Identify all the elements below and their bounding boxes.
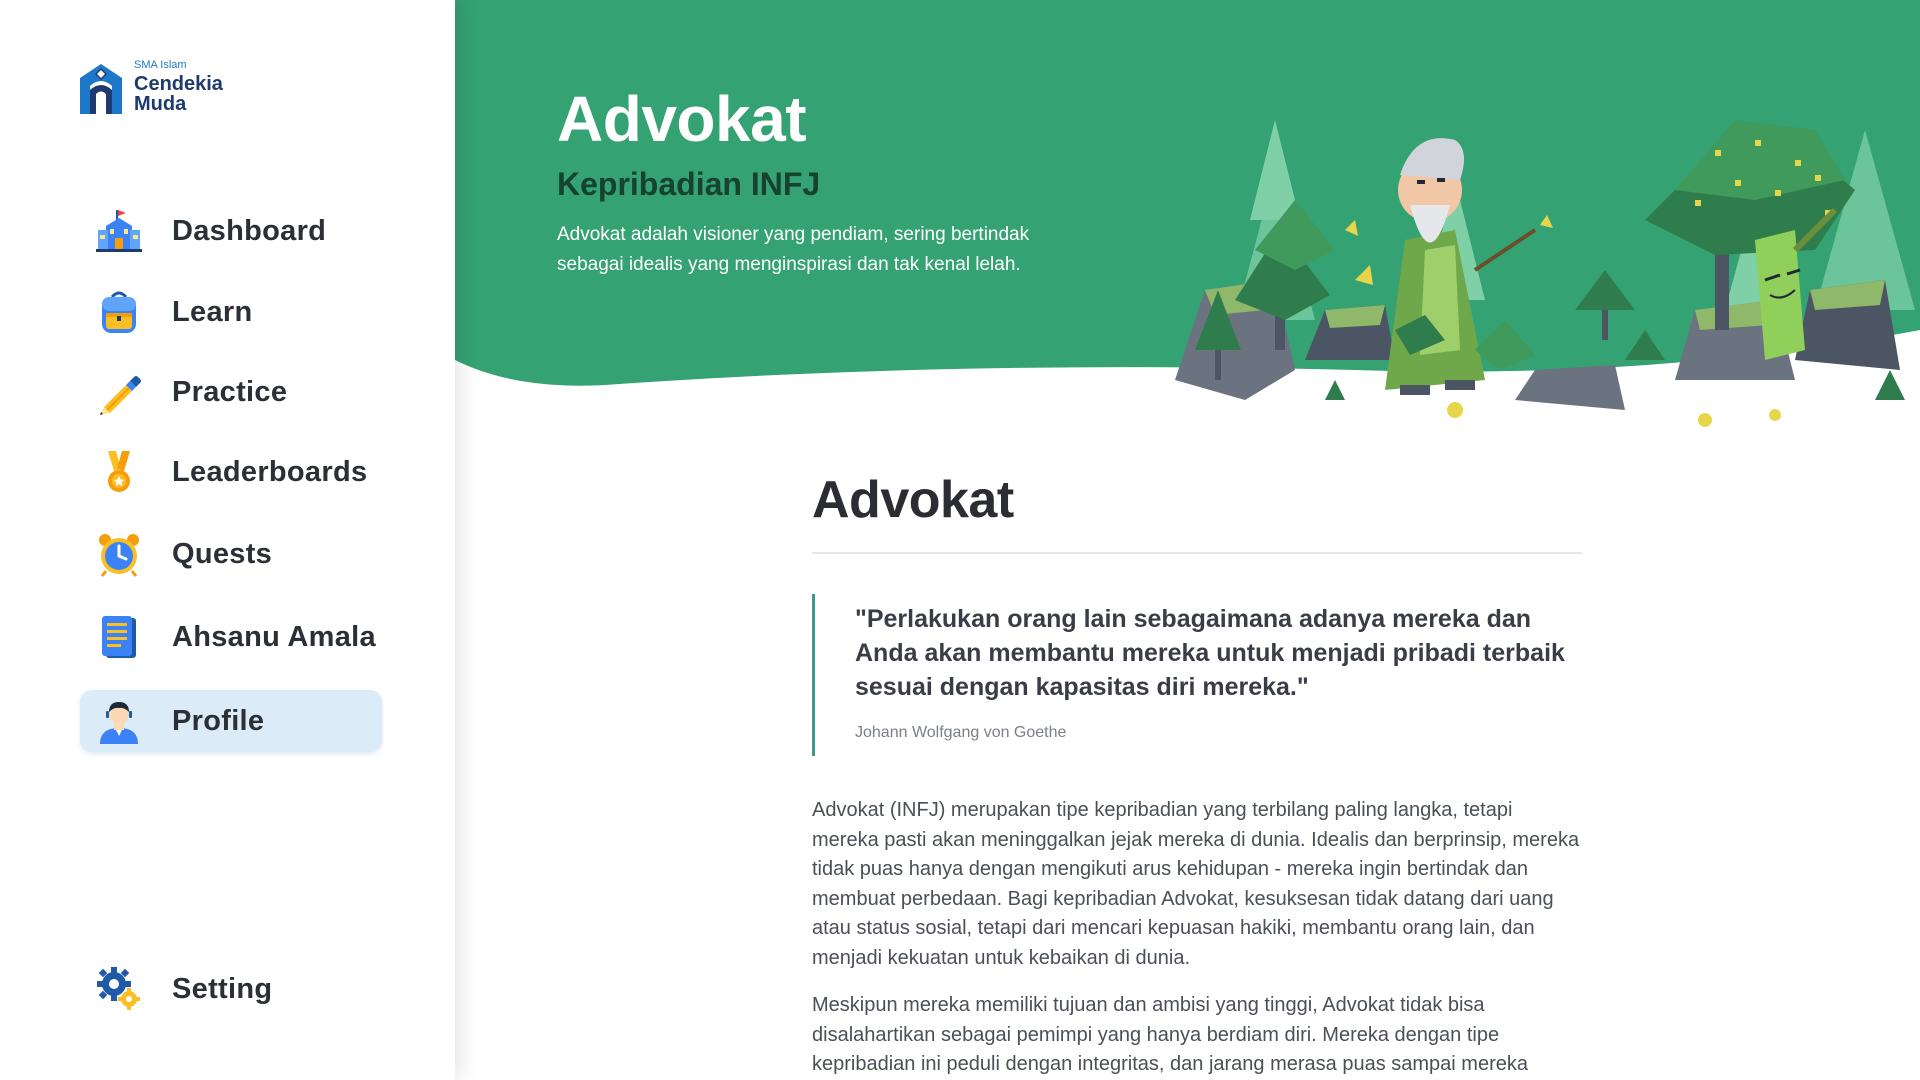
sidebar-item-label: Dashboard xyxy=(172,214,327,247)
pencil-icon xyxy=(96,369,142,415)
medal-icon xyxy=(96,449,142,495)
main-content: Advokat Kepribadian INFJ Advokat adalah … xyxy=(455,0,1920,1080)
quote-block: "Perlakukan orang lain sebagaimana adany… xyxy=(812,594,1582,756)
sidebar-item-leaderboards[interactable]: Leaderboards xyxy=(80,441,382,503)
logo-name-line2: Muda xyxy=(134,93,187,115)
alarm-clock-icon xyxy=(96,531,142,577)
title-divider xyxy=(812,552,1582,554)
backpack-icon xyxy=(96,289,142,335)
gear-icon xyxy=(96,966,142,1012)
sidebar-item-label: Profile xyxy=(172,704,265,737)
logo-name-line1: Cendekia xyxy=(134,73,223,95)
school-building-icon xyxy=(96,208,142,254)
sidebar-item-ahsanu-amala[interactable]: Ahsanu Amala xyxy=(80,606,382,668)
sidebar-item-quests[interactable]: Quests xyxy=(80,523,382,585)
logo-subtitle: SMA Islam xyxy=(134,59,187,71)
school-logo[interactable]: SMA Islam Cendekia Muda xyxy=(76,56,223,118)
article-title: Advokat xyxy=(812,471,1014,529)
user-avatar-icon xyxy=(96,698,142,744)
sidebar-item-dashboard[interactable]: Dashboard xyxy=(80,200,382,262)
personality-article: Advokat "Perlakukan orang lain sebagaima… xyxy=(812,470,1582,1080)
quote-text: "Perlakukan orang lain sebagaimana adany… xyxy=(855,605,1565,701)
sidebar-item-label: Leaderboards xyxy=(172,455,368,488)
sidebar-item-profile[interactable]: Profile xyxy=(80,690,382,752)
sidebar-item-label: Ahsanu Amala xyxy=(172,620,376,653)
article-paragraph: Meskipun mereka memiliki tujuan dan ambi… xyxy=(812,994,1528,1075)
sidebar: SMA Islam Cendekia Muda Dashboard Learn … xyxy=(0,0,455,1080)
sidebar-item-learn[interactable]: Learn xyxy=(80,281,382,343)
sidebar-item-label: Setting xyxy=(172,972,273,1005)
quote-author: Johann Wolfgang von Goethe xyxy=(855,724,1067,741)
sidebar-item-label: Practice xyxy=(172,375,288,408)
sidebar-item-practice[interactable]: Practice xyxy=(80,361,382,423)
hero-description: Advokat adalah visioner yang pendiam, se… xyxy=(557,224,1030,275)
sidebar-item-setting[interactable]: Setting xyxy=(80,958,382,1020)
sidebar-item-label: Learn xyxy=(172,295,253,328)
forest-wizard-illustration xyxy=(1175,120,1915,427)
hero-subtitle: Kepribadian INFJ xyxy=(557,166,821,202)
sidebar-item-label: Quests xyxy=(172,537,273,570)
hero-title: Advokat xyxy=(557,83,807,155)
school-logo-icon xyxy=(80,64,122,114)
article-paragraph: Advokat (INFJ) merupakan tipe kepribadia… xyxy=(812,799,1580,969)
notebook-icon xyxy=(96,614,142,660)
personality-hero-banner: Advokat Kepribadian INFJ Advokat adalah … xyxy=(455,0,1920,440)
